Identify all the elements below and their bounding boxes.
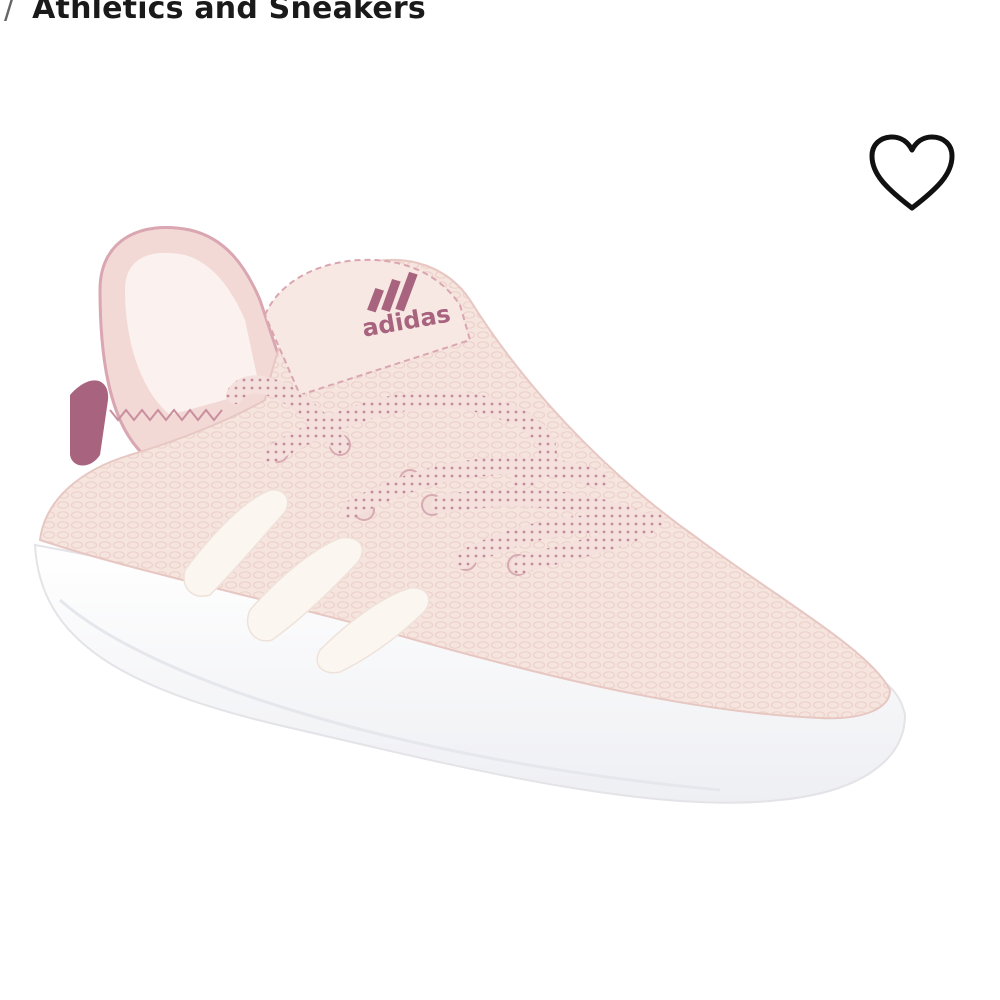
product-page: / Athletics and Sneakers adidas	[0, 0, 1000, 1000]
breadcrumb-item-athletics-sneakers[interactable]: Athletics and Sneakers	[32, 0, 426, 26]
breadcrumb-separator: /	[4, 0, 15, 26]
breadcrumb: / Athletics and Sneakers	[0, 0, 426, 30]
sneaker-product-image: adidas	[33, 226, 907, 804]
heart-outline-icon	[869, 134, 955, 211]
wishlist-button[interactable]	[860, 128, 964, 218]
product-image[interactable]: adidas	[0, 60, 1000, 960]
